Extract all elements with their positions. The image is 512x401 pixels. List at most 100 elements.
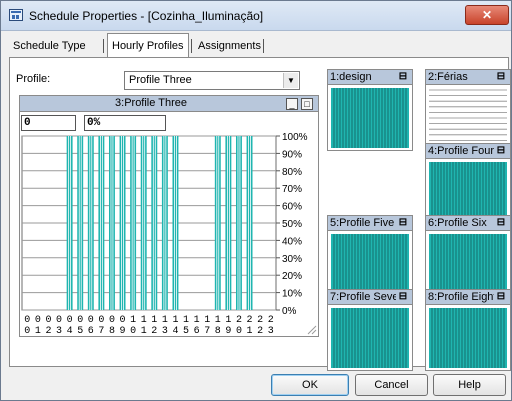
x-tick-label: 9 bbox=[120, 326, 126, 337]
tab-schedule-type[interactable]: Schedule Type bbox=[9, 35, 90, 57]
bar-hour-07[interactable] bbox=[98, 136, 105, 310]
y-tick-label: 30% bbox=[282, 254, 302, 265]
x-tick-label: 1 bbox=[215, 315, 221, 326]
x-tick-label: 1 bbox=[130, 315, 136, 326]
bar-hour-04[interactable] bbox=[66, 136, 73, 310]
profile-label: Profile: bbox=[16, 73, 51, 85]
x-tick-label: 1 bbox=[247, 326, 253, 337]
resize-grip-icon bbox=[307, 325, 317, 335]
restore-icon[interactable]: ⊟ bbox=[397, 291, 409, 303]
bar-hour-13[interactable] bbox=[161, 136, 168, 310]
profile-thumbnail-title: 5:Profile Five bbox=[330, 217, 395, 229]
profile-thumbnail-header: 7:Profile Seven⊟ bbox=[328, 290, 412, 305]
x-tick-label: 1 bbox=[151, 315, 157, 326]
x-tick-label: 1 bbox=[225, 315, 231, 326]
profile-thumbnail[interactable]: 2:Férias ⊟ bbox=[425, 69, 511, 151]
restore-icon[interactable]: ⊟ bbox=[495, 217, 507, 229]
y-tick-label: 10% bbox=[282, 289, 302, 300]
bar-hour-21[interactable] bbox=[246, 136, 253, 310]
y-tick-label: 20% bbox=[282, 271, 302, 282]
x-tick-label: 0 bbox=[24, 315, 30, 326]
x-tick-label: 1 bbox=[172, 315, 178, 326]
chevron-down-icon[interactable]: ▼ bbox=[283, 73, 298, 88]
profile-thumbnail-header: 4:Profile Four ⊟ bbox=[426, 144, 510, 159]
profile-thumbnail-title: 7:Profile Seven bbox=[330, 291, 396, 303]
x-tick-label: 5 bbox=[77, 326, 83, 337]
x-tick-label: 0 bbox=[130, 326, 136, 337]
profile-thumbnail[interactable]: 7:Profile Seven⊟ bbox=[327, 289, 413, 371]
x-tick-label: 7 bbox=[98, 326, 104, 337]
tab-assignments[interactable]: Assignments bbox=[194, 35, 265, 57]
x-tick-label: 8 bbox=[109, 326, 115, 337]
hourly-profile-chart[interactable]: 100%90%80%70%60%50%40%30%20%10%0%0001020… bbox=[20, 96, 320, 338]
y-tick-label: 60% bbox=[282, 202, 302, 213]
bar-hour-09[interactable] bbox=[119, 136, 126, 310]
x-tick-label: 0 bbox=[88, 315, 94, 326]
close-button[interactable]: ✕ bbox=[465, 5, 509, 25]
x-tick-label: 2 bbox=[247, 315, 253, 326]
profile-dropdown[interactable]: Profile Three ▼ bbox=[124, 71, 300, 90]
restore-icon[interactable]: ⊟ bbox=[495, 145, 507, 157]
x-tick-label: 0 bbox=[56, 315, 62, 326]
profile-thumbnail[interactable]: 8:Profile Eight ⊟ bbox=[425, 289, 511, 371]
bar-hour-12[interactable] bbox=[151, 136, 158, 310]
y-tick-label: 100% bbox=[282, 132, 308, 143]
x-tick-label: 6 bbox=[88, 326, 94, 337]
restore-icon[interactable]: ⊟ bbox=[495, 291, 507, 303]
y-tick-label: 70% bbox=[282, 184, 302, 195]
title-bar[interactable]: Schedule Properties - [Cozinha_Iluminaçã… bbox=[1, 1, 511, 31]
bar-hour-06[interactable] bbox=[87, 136, 94, 310]
bar-hour-11[interactable] bbox=[140, 136, 147, 310]
y-tick-label: 0% bbox=[282, 306, 297, 317]
x-tick-label: 0 bbox=[67, 315, 73, 326]
profile-thumbnail-header: 8:Profile Eight ⊟ bbox=[426, 290, 510, 305]
profile-thumbnail-title: 6:Profile Six bbox=[428, 217, 487, 229]
dialog-window: Schedule Properties - [Cozinha_Iluminaçã… bbox=[0, 0, 512, 401]
profile-thumbnail-title: 1:design bbox=[330, 71, 372, 83]
x-tick-label: 6 bbox=[194, 326, 200, 337]
profile-thumbnail-chart bbox=[429, 162, 507, 222]
bar-hour-19[interactable] bbox=[225, 136, 232, 310]
y-tick-label: 80% bbox=[282, 167, 302, 178]
bar-hour-08[interactable] bbox=[108, 136, 115, 310]
profile-thumbnail-header: 6:Profile Six ⊟ bbox=[426, 216, 510, 231]
profile-thumbnail-chart bbox=[331, 308, 409, 368]
tab-separator bbox=[191, 39, 192, 53]
bar-hour-05[interactable] bbox=[77, 136, 84, 310]
restore-icon[interactable]: ⊟ bbox=[495, 71, 507, 83]
profile-thumbnail-title: 4:Profile Four bbox=[428, 145, 494, 157]
restore-icon[interactable]: ⊟ bbox=[397, 71, 409, 83]
x-tick-label: 4 bbox=[67, 326, 73, 337]
bar-hour-14[interactable] bbox=[172, 136, 179, 310]
y-tick-label: 40% bbox=[282, 236, 302, 247]
bar-hour-10[interactable] bbox=[130, 136, 137, 310]
bar-hour-18[interactable] bbox=[214, 136, 221, 310]
window-title: Schedule Properties - [Cozinha_Iluminaçã… bbox=[29, 9, 264, 23]
x-tick-label: 1 bbox=[194, 315, 200, 326]
x-tick-label: 1 bbox=[35, 326, 41, 337]
x-tick-label: 4 bbox=[172, 326, 178, 337]
restore-icon[interactable]: ⊟ bbox=[397, 217, 409, 229]
profile-thumbnail[interactable]: 5:Profile Five ⊟ bbox=[327, 215, 413, 297]
profile-thumbnail[interactable]: 6:Profile Six ⊟ bbox=[425, 215, 511, 297]
profile-thumbnail-title: 2:Férias bbox=[428, 71, 468, 83]
x-tick-label: 3 bbox=[268, 326, 274, 337]
y-tick-label: 50% bbox=[282, 219, 302, 230]
x-tick-label: 2 bbox=[45, 326, 51, 337]
x-tick-label: 0 bbox=[24, 326, 30, 337]
cancel-button[interactable]: Cancel bbox=[355, 374, 428, 396]
x-tick-label: 1 bbox=[141, 326, 147, 337]
profile-thumbnail-header: 1:design ⊟ bbox=[328, 70, 412, 85]
profile-thumbnail-header: 5:Profile Five ⊟ bbox=[328, 216, 412, 231]
tab-hourly-profiles[interactable]: Hourly Profiles bbox=[107, 33, 189, 58]
ok-button[interactable]: OK bbox=[271, 374, 349, 396]
x-tick-label: 9 bbox=[225, 326, 231, 337]
help-button[interactable]: Help bbox=[433, 374, 506, 396]
x-tick-label: 0 bbox=[120, 315, 126, 326]
profile-editor-panel: 3:Profile Three _ □ 0 0% 100% 90% 80% 70% 60… bbox=[19, 95, 319, 337]
profile-thumbnail[interactable]: 4:Profile Four ⊟ bbox=[425, 143, 511, 225]
x-tick-label: 2 bbox=[151, 326, 157, 337]
profile-thumbnail[interactable]: 1:design ⊟ bbox=[327, 69, 413, 151]
profile-thumbnail-header: 2:Férias ⊟ bbox=[426, 70, 510, 85]
bar-hour-20[interactable] bbox=[235, 136, 242, 310]
